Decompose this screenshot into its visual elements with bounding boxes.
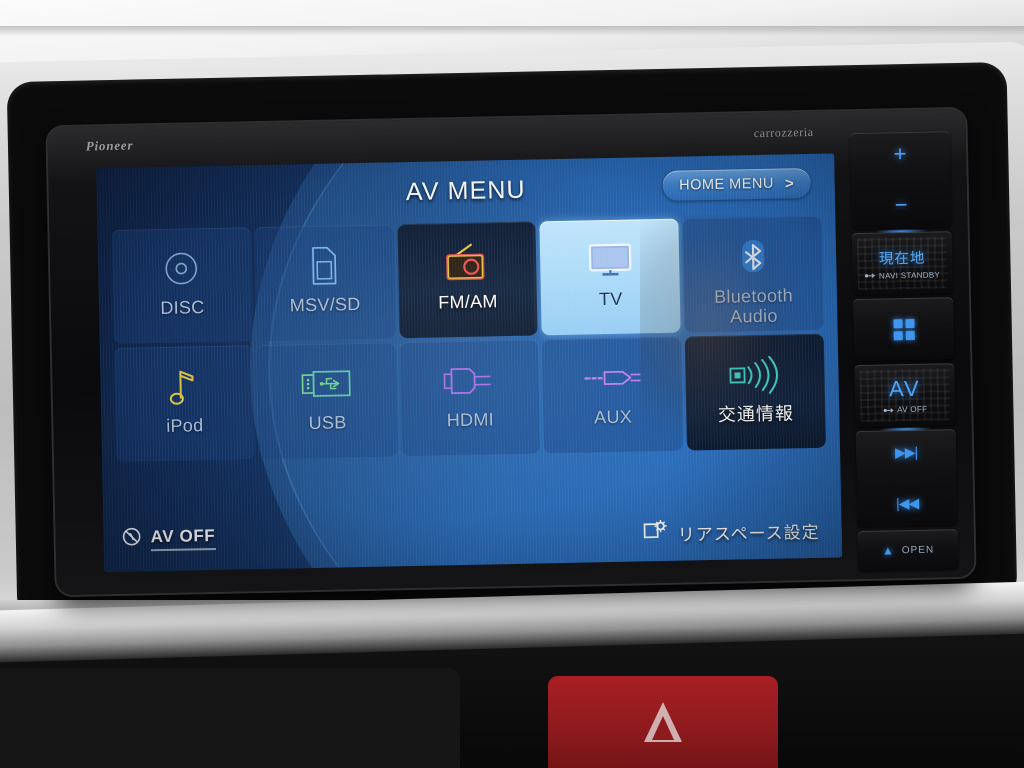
- hazard-triangle-inner-icon: [652, 716, 674, 740]
- tile-label-tv: TV: [598, 288, 623, 310]
- tile-label-bluetooth-audio: Audio: [729, 305, 778, 327]
- eject-open-row: ▲ OPEN: [881, 543, 935, 558]
- volume-down-icon[interactable]: −: [894, 192, 907, 217]
- usb-icon: [295, 359, 358, 408]
- av-off-sub-label: AV OFF: [883, 405, 927, 415]
- tile-label-aux: AUX: [593, 406, 633, 428]
- tile-disc[interactable]: DISC: [111, 227, 253, 344]
- tile-label-ipod: iPod: [165, 415, 204, 436]
- console-panel: [0, 668, 460, 768]
- current-location-label: 現在地: [878, 250, 926, 268]
- tile-traffic-info[interactable]: 交通情報: [684, 333, 826, 451]
- eject-icon: ▲: [881, 543, 894, 558]
- tile-ipod[interactable]: iPod: [113, 345, 255, 462]
- rear-space-settings-label: リアスペース設定: [677, 522, 820, 545]
- button-glow: [874, 228, 929, 234]
- dashboard-top-shadow: [0, 26, 1024, 36]
- chevron-right-icon: >: [784, 174, 794, 192]
- long-press-arrow-icon: [865, 273, 876, 278]
- broadcast-icon: [724, 350, 787, 399]
- tile-aux[interactable]: AUX: [542, 336, 684, 454]
- av-button[interactable]: AV AV OFF: [854, 363, 956, 428]
- tv-icon: [578, 235, 641, 284]
- av-off-label: AV OFF: [150, 525, 216, 551]
- tile-label-fm-am: FM/AM: [438, 291, 498, 313]
- tile-hdmi[interactable]: HDMI: [399, 339, 541, 457]
- previous-track-icon[interactable]: |◀◀: [896, 495, 919, 512]
- grid-four-icon: [892, 318, 915, 340]
- av-source-grid: DISC MSV/SD FM/AM TV Bluetooth Audio iPo…: [111, 215, 826, 462]
- tile-label-usb: USB: [308, 412, 347, 434]
- home-menu-label: HOME MENU: [679, 175, 775, 194]
- hardware-button-column: + − 現在地 NAVI STANDBY AV AV OFF ▶▶| |◀◀ ▲…: [849, 131, 959, 572]
- tile-label-disc: DISC: [160, 297, 205, 319]
- lcd-touchscreen[interactable]: AV MENU HOME MENU > DISC MSV/SD FM/AM TV…: [96, 153, 843, 573]
- tile-usb[interactable]: USB: [256, 342, 398, 460]
- av-button-label: AV: [888, 375, 921, 402]
- long-press-arrow-icon: [883, 407, 894, 413]
- navi-standby-text: NAVI STANDBY: [878, 269, 941, 281]
- tile-label-traffic-info: 交通情報: [717, 403, 795, 425]
- av-off-sub-text: AV OFF: [897, 404, 928, 415]
- button-glow: [878, 426, 933, 432]
- head-unit: Pioneer carrozzeria AV MENU HOME MENU >: [47, 108, 975, 596]
- tile-fm-am[interactable]: FM/AM: [397, 221, 539, 339]
- radio-icon: [436, 238, 499, 287]
- sd-card-icon: [293, 241, 356, 290]
- volume-up-icon[interactable]: +: [893, 141, 906, 166]
- track-seek-button[interactable]: ▶▶| |◀◀: [855, 426, 958, 528]
- tile-tv[interactable]: TV: [539, 218, 681, 336]
- disc-icon: [150, 244, 213, 293]
- av-off-button[interactable]: AV OFF: [121, 525, 216, 552]
- volume-button[interactable]: + −: [849, 131, 952, 230]
- open-label: OPEN: [901, 544, 935, 556]
- aux-plug-icon: [581, 353, 644, 402]
- hazard-light-button[interactable]: [548, 676, 778, 768]
- menu-grid-button[interactable]: [853, 297, 955, 362]
- tile-msv-sd[interactable]: MSV/SD: [254, 224, 396, 342]
- tile-bluetooth-audio[interactable]: Bluetooth Audio: [682, 215, 824, 333]
- tile-label-msv-sd: MSV/SD: [289, 294, 361, 316]
- rear-space-settings-button[interactable]: リアスペース設定: [642, 517, 820, 548]
- screenshot-root: Pioneer carrozzeria AV MENU HOME MENU >: [0, 0, 1024, 768]
- home-menu-button[interactable]: HOME MENU >: [661, 167, 811, 201]
- current-location-button[interactable]: 現在地 NAVI STANDBY: [851, 228, 953, 296]
- av-off-icon: [121, 526, 141, 551]
- eject-open-button[interactable]: ▲ OPEN: [857, 529, 959, 572]
- screen-gear-icon: [642, 519, 669, 548]
- tile-label-bluetooth: Bluetooth: [713, 285, 794, 307]
- bluetooth-icon: [721, 233, 784, 282]
- music-note-icon: [153, 362, 216, 411]
- pioneer-logo: Pioneer: [85, 137, 134, 154]
- hdmi-plug-icon: [438, 356, 501, 405]
- next-track-icon[interactable]: ▶▶|: [895, 444, 918, 461]
- carrozzeria-logo: carrozzeria: [753, 124, 814, 141]
- tile-label-hdmi: HDMI: [446, 409, 495, 431]
- navi-standby-label: NAVI STANDBY: [865, 270, 940, 281]
